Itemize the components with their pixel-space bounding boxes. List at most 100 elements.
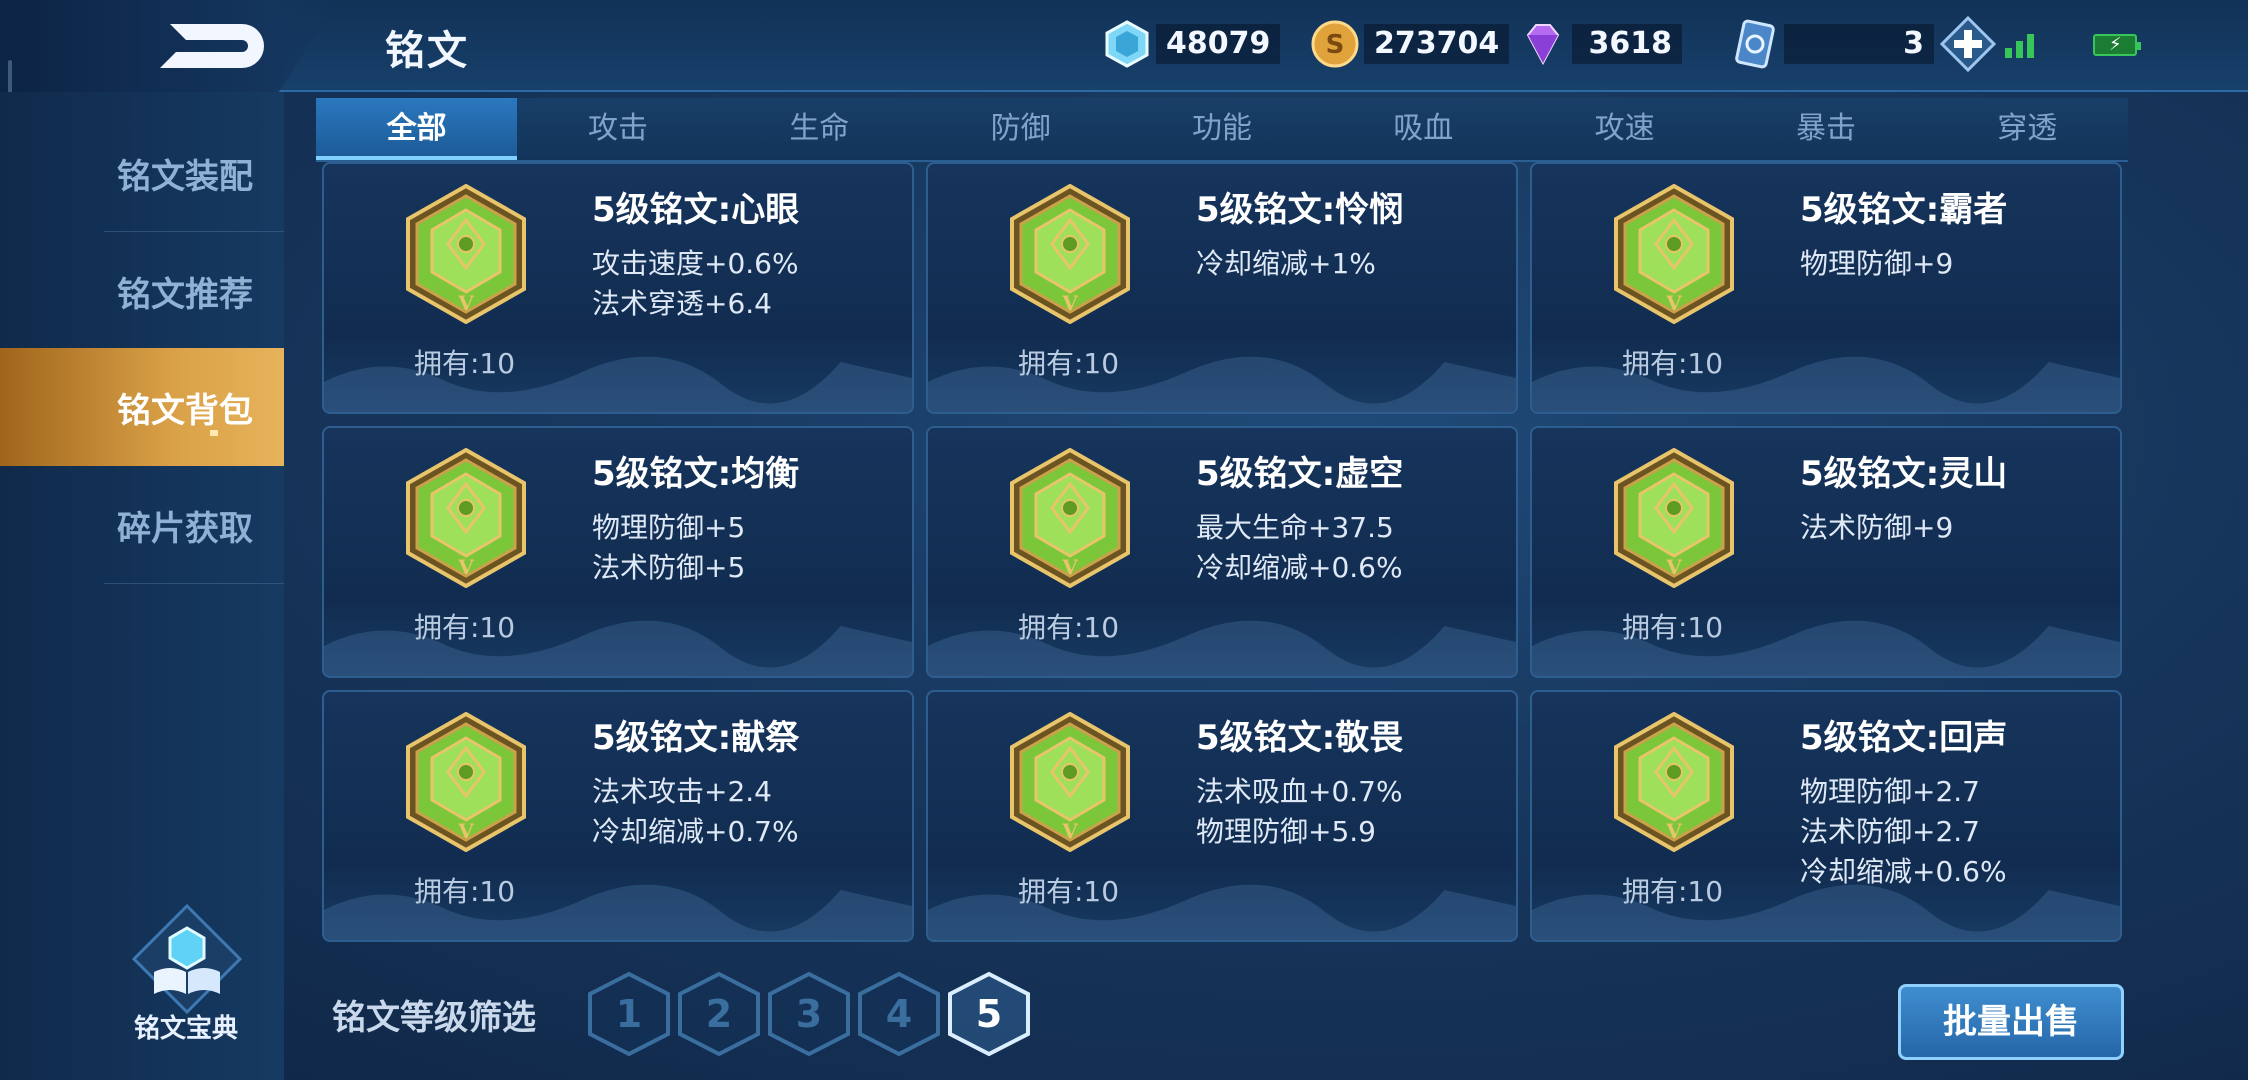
inscription-stat: 法术攻击+2.4 — [592, 775, 772, 808]
owned-count: 拥有:10 — [1622, 875, 1724, 908]
inscription-stat: 冷却缩减+1% — [1196, 247, 1376, 280]
inscription-name: 5级铭文:回声 — [1800, 718, 2008, 758]
inscription-card[interactable]: V 5级铭文:献祭 法术攻击+2.4 冷却缩减+0.7% 拥有:10 — [322, 690, 914, 942]
diamond-value: 3618 — [1572, 24, 1682, 64]
svg-text:V: V — [1665, 291, 1682, 315]
sidebar-item-inscription-equip[interactable]: 铭文装配 — [0, 114, 284, 232]
plus-icon — [1939, 15, 1997, 73]
inscription-card[interactable]: V 5级铭文:霸者 物理防御+9 拥有:10 — [1530, 162, 2122, 414]
inscription-emblem-icon: V — [1010, 712, 1130, 852]
tab-defense[interactable]: 防御 — [920, 98, 1121, 160]
batch-sell-button[interactable]: 批量出售 — [1898, 984, 2124, 1060]
level-number: 3 — [795, 992, 823, 1036]
inscription-emblem-icon: V — [1010, 184, 1130, 324]
tab-critical[interactable]: 暴击 — [1725, 98, 1926, 160]
sidebar-item-inscription-bag[interactable]: 铭文背包 — [0, 348, 284, 466]
coin-value: 273704 — [1364, 24, 1510, 64]
svg-text:V: V — [457, 291, 474, 315]
sidebar-item-fragment-obtain[interactable]: 碎片获取 — [0, 466, 284, 584]
tab-lifesteal[interactable]: 吸血 — [1323, 98, 1524, 160]
inscription-name: 5级铭文:心眼 — [592, 190, 800, 230]
add-card-button[interactable] — [1939, 15, 1997, 73]
inscription-card[interactable]: V 5级铭文:虚空 最大生命+37.5 冷却缩减+0.6% 拥有:10 — [926, 426, 1518, 678]
owned-count: 拥有:10 — [414, 347, 516, 380]
owned-count: 拥有:10 — [1622, 347, 1724, 380]
inscription-emblem-icon: V — [1614, 448, 1734, 588]
sidebar-item-label: 铭文推荐 — [117, 274, 253, 315]
inscription-stat: 法术吸血+0.7% — [1196, 775, 1403, 808]
sidebar-item-label: 碎片获取 — [117, 508, 253, 549]
level-filter-5[interactable]: 5 — [944, 970, 1034, 1058]
inscription-emblem-icon: V — [1614, 712, 1734, 852]
inscription-name: 5级铭文:均衡 — [592, 454, 800, 494]
inscription-emblem-icon: V — [406, 712, 526, 852]
inscription-name: 5级铭文:怜悯 — [1196, 190, 1404, 230]
inscription-stat: 冷却缩减+0.7% — [592, 815, 799, 848]
tab-all[interactable]: 全部 — [316, 98, 518, 160]
owned-count: 拥有:10 — [414, 875, 516, 908]
inscription-emblem-icon: V — [1010, 448, 1130, 588]
inscription-emblem-icon: V — [406, 184, 526, 324]
mountain-decoration — [928, 620, 1516, 676]
level-filter-3[interactable]: 3 — [764, 970, 854, 1058]
owned-count: 拥有:10 — [414, 611, 516, 644]
inscription-card[interactable]: V 5级铭文:回声 物理防御+2.7 法术防御+2.7 冷却缩减+0.6% 拥有:1… — [1530, 690, 2122, 942]
owned-count: 拥有:10 — [1018, 875, 1120, 908]
inscription-stat: 物理防御+9 — [1800, 247, 1954, 280]
inscription-stat: 法术防御+2.7 — [1800, 815, 1980, 848]
mountain-decoration — [928, 356, 1516, 412]
mountain-decoration — [928, 884, 1516, 940]
card-counter: 3 — [1730, 15, 1997, 73]
mountain-decoration — [1532, 620, 2120, 676]
top-bar: 铭文 48079 S 273704 3618 3 ⚡ — [0, 0, 2248, 92]
category-tabs: 全部 攻击 生命 防御 功能 吸血 攻速 暴击 穿透 — [316, 98, 2128, 162]
level-filter-2[interactable]: 2 — [674, 970, 764, 1058]
svg-text:V: V — [457, 555, 474, 579]
svg-text:S: S — [1326, 30, 1345, 60]
tab-health[interactable]: 生命 — [719, 98, 920, 160]
owned-count: 拥有:10 — [1018, 611, 1120, 644]
level-filter-4[interactable]: 4 — [854, 970, 944, 1058]
inscription-stat: 法术防御+5 — [592, 551, 746, 584]
inscription-stat: 攻击速度+0.6% — [592, 247, 799, 280]
inscription-stat: 物理防御+5.9 — [1196, 815, 1376, 848]
inscription-name: 5级铭文:献祭 — [592, 718, 800, 758]
inscription-name: 5级铭文:敬畏 — [1196, 718, 1404, 758]
card-icon — [1730, 19, 1780, 69]
inscription-name: 5级铭文:虚空 — [1196, 454, 1404, 494]
crystal-value: 48079 — [1156, 24, 1281, 64]
diamond-icon — [1518, 19, 1568, 69]
inscription-emblem-icon: V — [406, 448, 526, 588]
inscription-card[interactable]: V 5级铭文:敬畏 法术吸血+0.7% 物理防御+5.9 拥有:10 — [926, 690, 1518, 942]
inscription-stat: 法术防御+9 — [1800, 511, 1954, 544]
signal-icon — [2005, 30, 2034, 58]
sidebar-item-inscription-recommend[interactable]: 铭文推荐 — [0, 232, 284, 350]
level-filter-label: 铭文等级筛选 — [332, 998, 536, 1038]
inscription-card[interactable]: V 5级铭文:灵山 法术防御+9 拥有:10 — [1530, 426, 2122, 678]
mountain-decoration — [324, 356, 912, 412]
tab-attack-speed[interactable]: 攻速 — [1524, 98, 1725, 160]
back-button[interactable] — [0, 0, 340, 92]
inscription-stat: 冷却缩减+0.6% — [1196, 551, 1403, 584]
level-filter-1[interactable]: 1 — [584, 970, 674, 1058]
tab-utility[interactable]: 功能 — [1121, 98, 1322, 160]
level-number: 1 — [615, 992, 643, 1036]
owned-count: 拥有:10 — [1622, 611, 1724, 644]
sidebar-item-label: 铭文背包 — [117, 390, 253, 431]
inscription-emblem-icon: V — [1614, 184, 1734, 324]
inscription-card[interactable]: V 5级铭文:怜悯 冷却缩减+1% 拥有:10 — [926, 162, 1518, 414]
svg-text:V: V — [1061, 291, 1078, 315]
inscription-name: 5级铭文:霸者 — [1800, 190, 2008, 230]
tab-penetration[interactable]: 穿透 — [1927, 98, 2128, 160]
card-value: 3 — [1784, 24, 1934, 64]
svg-text:V: V — [1665, 555, 1682, 579]
tab-attack[interactable]: 攻击 — [517, 98, 718, 160]
diamond-counter: 3618 — [1518, 18, 1682, 70]
inscription-stat: 最大生命+37.5 — [1196, 511, 1394, 544]
inscription-codex-button[interactable] — [128, 902, 246, 1020]
inscription-card[interactable]: V 5级铭文:均衡 物理防御+5 法术防御+5 拥有:10 — [322, 426, 914, 678]
back-arrow-icon — [160, 24, 264, 68]
inscription-card[interactable]: V 5级铭文:心眼 攻击速度+0.6% 法术穿透+6.4 拥有:10 — [322, 162, 914, 414]
svg-text:V: V — [1061, 819, 1078, 843]
inscription-name: 5级铭文:灵山 — [1800, 454, 2008, 494]
